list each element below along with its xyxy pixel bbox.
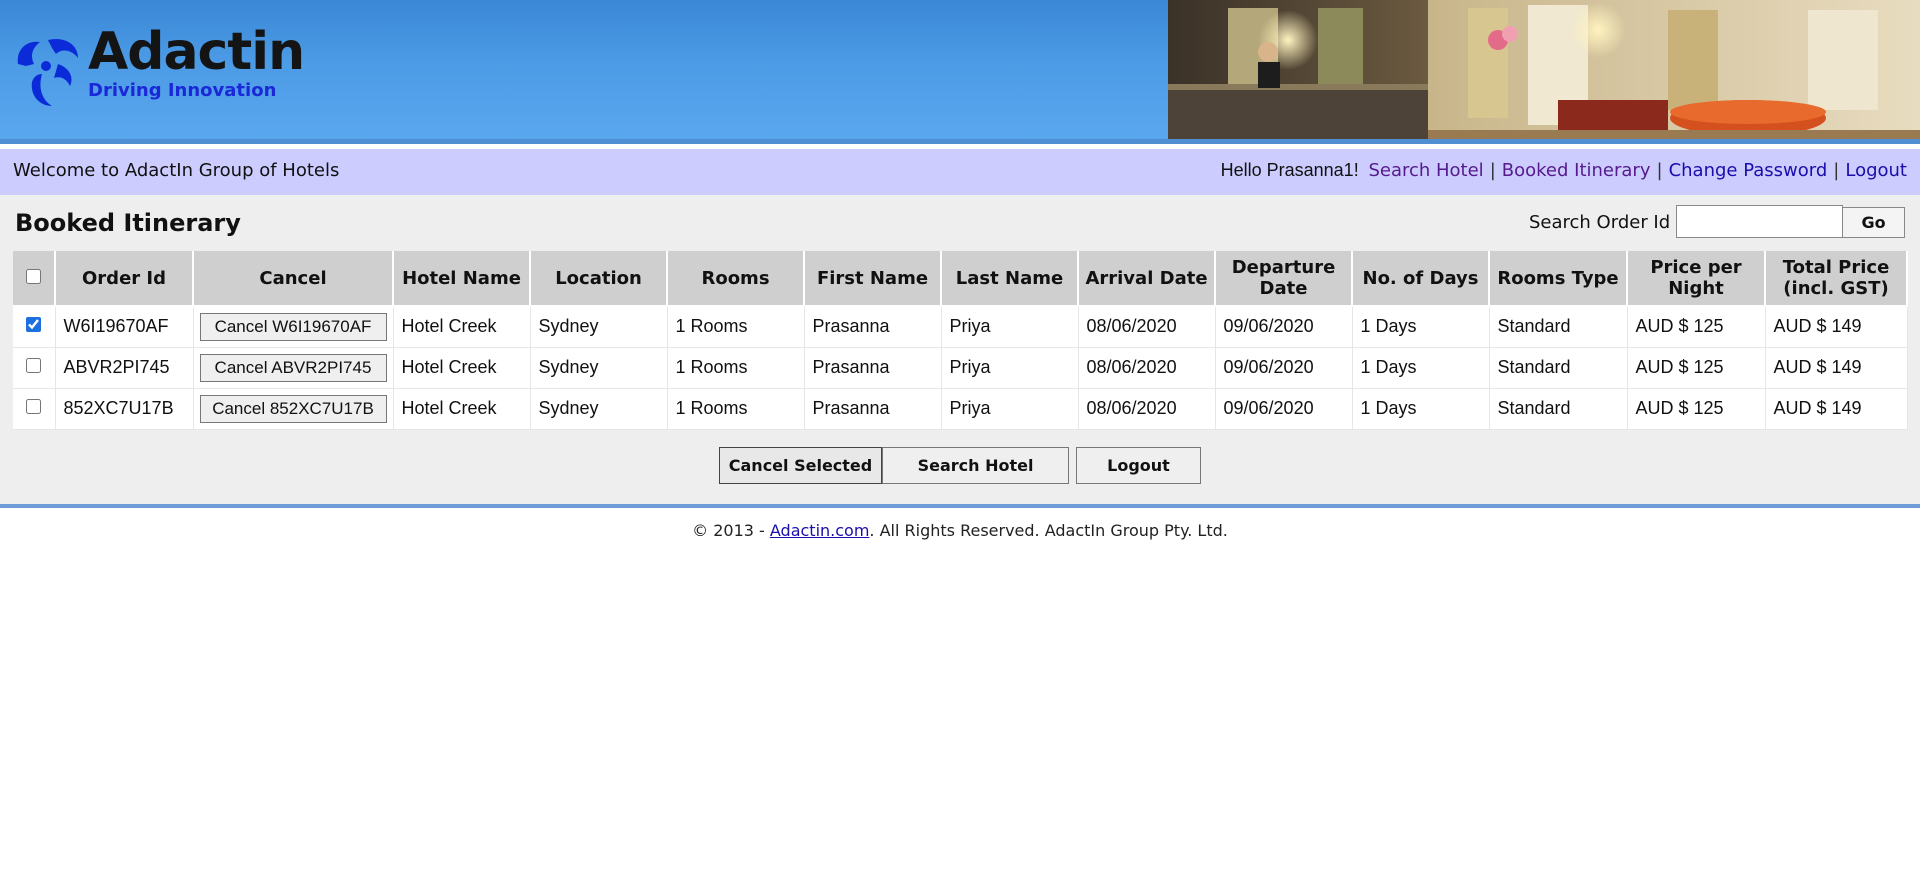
header-location: Location: [530, 251, 668, 307]
search-order-id-input[interactable]: [1676, 205, 1843, 238]
rooms-cell: 1 Rooms: [667, 347, 805, 389]
adactin-logo-icon: [17, 38, 78, 106]
location-cell: Sydney: [530, 347, 668, 389]
departure-date-cell: 09/06/2020: [1215, 388, 1353, 430]
nav-change-password-link[interactable]: Change Password: [1669, 160, 1828, 181]
no-of-days-cell: 1 Days: [1352, 347, 1490, 389]
nav-search-hotel-link[interactable]: Search Hotel: [1368, 160, 1483, 181]
hotel-name-cell: Hotel Creek: [393, 388, 531, 430]
total-price-cell: AUD $ 149: [1765, 347, 1908, 389]
footer-rights: . All Rights Reserved. AdactIn Group Pty…: [869, 521, 1228, 540]
cancel-order-button[interactable]: Cancel W6I19670AF: [199, 312, 387, 341]
total-price-cell: AUD $ 149: [1765, 306, 1908, 348]
header-total-price: Total Price (incl. GST): [1765, 251, 1908, 307]
brand-name: Adactin: [88, 22, 305, 82]
header-order-id: Order Id: [55, 251, 194, 307]
header-rooms: Rooms: [667, 251, 805, 307]
nav-separator: |: [1656, 160, 1663, 181]
hotel-name-cell: Hotel Creek: [393, 347, 531, 389]
row-select-checkbox[interactable]: [26, 317, 42, 333]
select-all-checkbox[interactable]: [26, 268, 41, 284]
header-departure-date: Departure Date: [1215, 251, 1353, 307]
user-greeting: Hello Prasanna1!: [1220, 160, 1359, 180]
welcome-bar: Welcome to AdactIn Group of Hotels Hello…: [0, 149, 1920, 195]
price-per-night-cell: AUD $ 125: [1627, 306, 1766, 348]
cancel-cell: Cancel W6I19670AF: [193, 306, 394, 348]
rooms-cell: 1 Rooms: [667, 388, 805, 430]
header-arrival-date: Arrival Date: [1078, 251, 1216, 307]
last-name-cell: Priya: [941, 388, 1079, 430]
cancel-selected-button[interactable]: Cancel Selected: [719, 447, 882, 484]
nav-separator: |: [1489, 160, 1496, 181]
footer: © 2013 - Adactin.com. All Rights Reserve…: [0, 521, 1920, 540]
header-banner: Adactin Driving Innovation: [0, 0, 1920, 144]
search-hotel-button[interactable]: Search Hotel: [882, 447, 1069, 484]
table-row: 852XC7U17B Cancel 852XC7U17B Hotel Creek…: [13, 388, 1908, 430]
cancel-order-button[interactable]: Cancel ABVR2PI745: [199, 353, 387, 382]
header-first-name: First Name: [804, 251, 942, 307]
arrival-date-cell: 08/06/2020: [1078, 306, 1216, 348]
search-order-id-label: Search Order Id: [1529, 212, 1671, 233]
no-of-days-cell: 1 Days: [1352, 306, 1490, 348]
arrival-date-cell: 08/06/2020: [1078, 388, 1216, 430]
header-no-of-days: No. of Days: [1352, 251, 1490, 307]
nav-logout-link[interactable]: Logout: [1845, 160, 1907, 181]
brand-tagline: Driving Innovation: [88, 80, 277, 101]
logout-button[interactable]: Logout: [1076, 447, 1201, 484]
footer-copyright: © 2013 -: [692, 521, 770, 540]
main-content: Booked Itinerary Search Order Id Go Orde…: [0, 195, 1920, 508]
location-cell: Sydney: [530, 388, 668, 430]
booked-itinerary-table: Order Id Cancel Hotel Name Location Room…: [13, 251, 1908, 430]
total-price-cell: AUD $ 149: [1765, 388, 1908, 430]
rooms-type-cell: Standard: [1489, 347, 1628, 389]
header-price-per-night: Price per Night: [1627, 251, 1766, 307]
rooms-type-cell: Standard: [1489, 306, 1628, 348]
footer-adactin-link[interactable]: Adactin.com: [770, 521, 870, 540]
location-cell: Sydney: [530, 306, 668, 348]
row-select-cell: [13, 388, 56, 430]
hotel-name-cell: Hotel Creek: [393, 306, 531, 348]
table-row: W6I19670AF Cancel W6I19670AF Hotel Creek…: [13, 306, 1908, 348]
rooms-type-cell: Standard: [1489, 388, 1628, 430]
order-id-cell: W6I19670AF: [55, 306, 194, 348]
departure-date-cell: 09/06/2020: [1215, 306, 1353, 348]
cancel-cell: Cancel 852XC7U17B: [193, 388, 394, 430]
header-rooms-type: Rooms Type: [1489, 251, 1628, 307]
user-nav: Hello Prasanna1! Search Hotel | Booked Iti…: [1221, 160, 1907, 181]
price-per-night-cell: AUD $ 125: [1627, 347, 1766, 389]
row-select-checkbox[interactable]: [26, 399, 42, 414]
cancel-order-button[interactable]: Cancel 852XC7U17B: [199, 394, 387, 423]
no-of-days-cell: 1 Days: [1352, 388, 1490, 430]
header-select-all: [13, 251, 56, 307]
table-row: ABVR2PI745 Cancel ABVR2PI745 Hotel Creek…: [13, 347, 1908, 389]
header-last-name: Last Name: [941, 251, 1079, 307]
first-name-cell: Prasanna: [804, 388, 942, 430]
row-select-cell: [13, 306, 56, 348]
last-name-cell: Priya: [941, 306, 1079, 348]
departure-date-cell: 09/06/2020: [1215, 347, 1353, 389]
row-select-cell: [13, 347, 56, 389]
price-per-night-cell: AUD $ 125: [1627, 388, 1766, 430]
last-name-cell: Priya: [941, 347, 1079, 389]
header-hotel-name: Hotel Name: [393, 251, 531, 307]
table-header-row: Order Id Cancel Hotel Name Location Room…: [13, 251, 1908, 307]
arrival-date-cell: 08/06/2020: [1078, 347, 1216, 389]
order-id-cell: ABVR2PI745: [55, 347, 194, 389]
nav-separator: |: [1833, 160, 1840, 181]
rooms-cell: 1 Rooms: [667, 306, 805, 348]
page-title: Booked Itinerary: [15, 209, 241, 237]
order-id-cell: 852XC7U17B: [55, 388, 194, 430]
nav-booked-itinerary-link[interactable]: Booked Itinerary: [1502, 160, 1651, 181]
cancel-cell: Cancel ABVR2PI745: [193, 347, 394, 389]
welcome-text: Welcome to AdactIn Group of Hotels: [13, 160, 340, 181]
first-name-cell: Prasanna: [804, 347, 942, 389]
go-button[interactable]: Go: [1842, 207, 1905, 238]
first-name-cell: Prasanna: [804, 306, 942, 348]
adactin-logo: Adactin Driving Innovation: [12, 26, 312, 112]
hotel-lobby-image: [1168, 0, 1920, 139]
header-cancel: Cancel: [193, 251, 394, 307]
row-select-checkbox[interactable]: [26, 358, 42, 373]
